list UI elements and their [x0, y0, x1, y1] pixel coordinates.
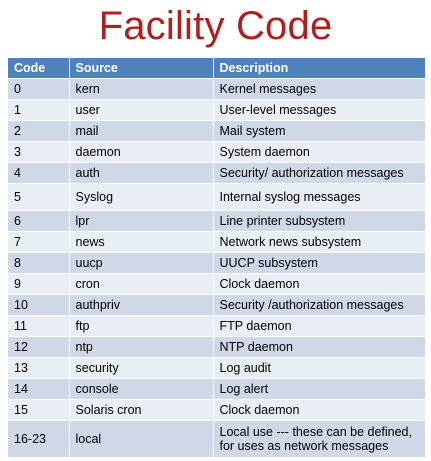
table-row: 12 ntp NTP daemon: [8, 336, 426, 358]
cell-description: Clock daemon: [213, 273, 426, 295]
cell-code: 6: [8, 210, 70, 232]
cell-description: Line printer subsystem: [213, 210, 426, 232]
table-row: 9 cron Clock daemon: [8, 273, 426, 295]
table-row: 16-23 local Local use --- these can be def…: [8, 420, 426, 457]
cell-source: auth: [69, 162, 214, 184]
cell-description: Network news subsystem: [213, 231, 426, 253]
cell-source: console: [69, 378, 214, 400]
cell-code: 12: [8, 336, 70, 358]
cell-source: news: [69, 231, 214, 253]
cell-source: lpr: [69, 210, 214, 232]
cell-code: 13: [8, 357, 70, 379]
table-row: 11 ftp FTP daemon: [8, 315, 426, 337]
table-row: 8 uucp UUCP subsystem: [8, 252, 426, 274]
page-title: Facility Code: [98, 4, 333, 48]
table-row: 13 security Log audit: [8, 357, 426, 379]
cell-source: Solaris cron: [69, 399, 214, 421]
cell-source: security: [69, 357, 214, 379]
cell-code: 10: [8, 294, 70, 316]
cell-source: authpriv: [69, 294, 214, 316]
cell-code: 5: [8, 183, 70, 211]
table-header-row: Code Source Description: [8, 58, 426, 79]
cell-source: daemon: [69, 141, 214, 163]
cell-description: Security /authorization messages: [213, 294, 426, 316]
cell-description: NTP daemon: [213, 336, 426, 358]
table-row: 0 kern Kernel messages: [8, 78, 426, 100]
cell-description: FTP daemon: [213, 315, 426, 337]
cell-code: 2: [8, 120, 70, 142]
cell-source: mail: [69, 120, 214, 142]
cell-source: cron: [69, 273, 214, 295]
cell-description: Kernel messages: [213, 78, 426, 100]
table-row: 6 lpr Line printer subsystem: [8, 210, 426, 232]
cell-description: Internal syslog messages: [213, 183, 426, 211]
cell-code: 9: [8, 273, 70, 295]
table-row: 2 mail Mail system: [8, 120, 426, 142]
table-row: 15 Solaris cron Clock daemon: [8, 399, 426, 421]
table-row: 5 Syslog Internal syslog messages: [8, 183, 426, 211]
cell-source: uucp: [69, 252, 214, 274]
header-source: Source: [69, 58, 214, 79]
cell-source: ftp: [69, 315, 214, 337]
cell-description: UUCP subsystem: [213, 252, 426, 274]
table-row: 10 authpriv Security /authorization messag…: [8, 294, 426, 316]
table-row: 3 daemon System daemon: [8, 141, 426, 163]
cell-code: 4: [8, 162, 70, 184]
facility-code-table: Code Source Description 0 kern Kernel mess…: [8, 58, 426, 457]
table-row: 7 news Network news subsystem: [8, 231, 426, 253]
cell-code: 15: [8, 399, 70, 421]
cell-description: Security/ authorization messages: [213, 162, 426, 184]
table-row: 4 auth Security/ authorization messages: [8, 162, 426, 184]
cell-code: 14: [8, 378, 70, 400]
table-row: 1 user User-level messages: [8, 99, 426, 121]
cell-description: Local use --- these can be defined, for …: [213, 420, 426, 457]
cell-source: Syslog: [69, 183, 214, 211]
table-row: 14 console Log alert: [8, 378, 426, 400]
cell-description: Log audit: [213, 357, 426, 379]
cell-source: kern: [69, 78, 214, 100]
cell-source: ntp: [69, 336, 214, 358]
cell-description: System daemon: [213, 141, 426, 163]
cell-description: User-level messages: [213, 99, 426, 121]
cell-code: 0: [8, 78, 70, 100]
cell-code: 3: [8, 141, 70, 163]
cell-code: 7: [8, 231, 70, 253]
header-description: Description: [213, 58, 426, 79]
cell-description: Mail system: [213, 120, 426, 142]
header-code: Code: [8, 58, 70, 79]
cell-description: Log alert: [213, 378, 426, 400]
cell-code: 1: [8, 99, 70, 121]
cell-source: user: [69, 99, 214, 121]
cell-code: 11: [8, 315, 70, 337]
cell-code: 16-23: [8, 420, 70, 457]
cell-code: 8: [8, 252, 70, 274]
cell-source: local: [69, 420, 214, 457]
cell-description: Clock daemon: [213, 399, 426, 421]
